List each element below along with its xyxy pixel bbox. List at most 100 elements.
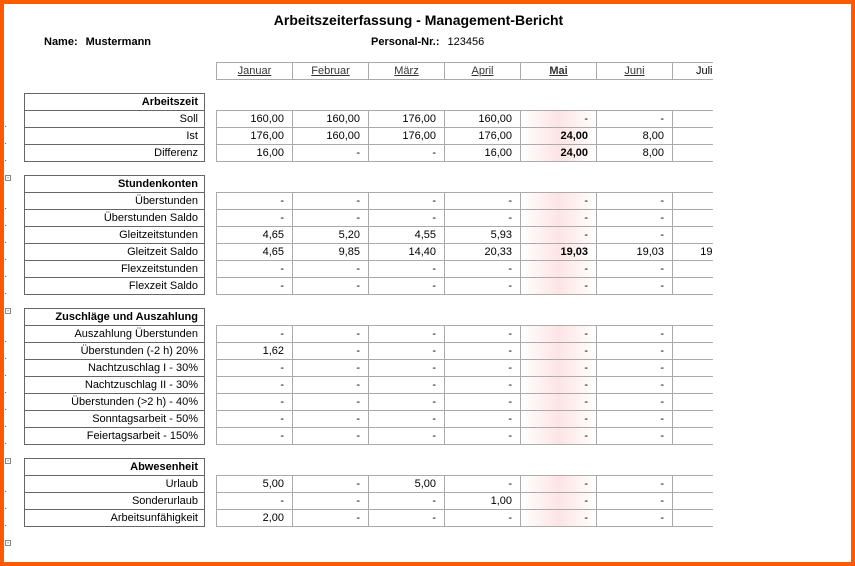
row-label: Feiertagsarbeit - 150% — [25, 428, 205, 445]
row-label: Urlaub — [25, 476, 205, 493]
data-cell: 9,85 — [293, 244, 369, 261]
data-cell: - — [217, 394, 293, 411]
data-cell: - — [597, 227, 673, 244]
page-title: Arbeitszeiterfassung - Management-Berich… — [4, 12, 833, 28]
row-label: Arbeitsunfähigkeit — [25, 510, 205, 527]
row-label: Auszahlung Überstunden — [25, 326, 205, 343]
data-cell: - — [369, 394, 445, 411]
data-cell: - — [293, 476, 369, 493]
data-cell: - — [597, 111, 673, 128]
data-cell: - — [521, 510, 597, 527]
data-cell: - — [445, 210, 521, 227]
data-cell: - — [369, 278, 445, 295]
data-cell — [673, 128, 713, 145]
data-cell: 160,00 — [217, 111, 293, 128]
data-cell — [673, 428, 713, 445]
data-cell: - — [217, 278, 293, 295]
row-label: Ist — [25, 128, 205, 145]
data-cell: - — [597, 510, 673, 527]
data-cell: - — [293, 377, 369, 394]
data-cell: - — [217, 377, 293, 394]
data-cell: - — [217, 326, 293, 343]
month-header: Mai — [521, 63, 597, 80]
meta-row: Name: Mustermann Personal-Nr.: 123456 — [44, 36, 833, 48]
data-cell: - — [293, 261, 369, 278]
data-cell: - — [521, 493, 597, 510]
data-cell: 14,40 — [369, 244, 445, 261]
data-cell: - — [369, 326, 445, 343]
row-label: Flexzeitstunden — [25, 261, 205, 278]
data-cell: - — [521, 343, 597, 360]
data-cell: - — [369, 510, 445, 527]
row-label: Soll — [25, 111, 205, 128]
data-cell: 2,00 — [217, 510, 293, 527]
data-cell: - — [293, 360, 369, 377]
data-cell — [673, 227, 713, 244]
data-cell: - — [521, 227, 597, 244]
data-cell: 4,65 — [217, 227, 293, 244]
data-cell: 5,20 — [293, 227, 369, 244]
data-cell: - — [369, 145, 445, 162]
section-header: Abwesenheit — [25, 459, 205, 476]
data-cell: 160,00 — [293, 111, 369, 128]
data-cell: 5,00 — [369, 476, 445, 493]
data-cell: - — [597, 493, 673, 510]
data-cell — [673, 411, 713, 428]
data-cell: - — [597, 394, 673, 411]
data-cell — [673, 360, 713, 377]
data-cell — [673, 193, 713, 210]
data-cell: - — [445, 261, 521, 278]
data-cell: - — [445, 476, 521, 493]
data-cell — [673, 493, 713, 510]
section-header: Stundenkonten — [25, 176, 205, 193]
data-cell: - — [293, 394, 369, 411]
row-label: Überstunden (>2 h) - 40% — [25, 394, 205, 411]
data-cell: - — [369, 493, 445, 510]
data-cell: 19,03 — [521, 244, 597, 261]
data-cell: - — [293, 493, 369, 510]
data-cell: - — [597, 360, 673, 377]
data-cell — [673, 510, 713, 527]
data-cell: - — [217, 493, 293, 510]
data-cell: - — [369, 360, 445, 377]
data-cell: - — [597, 326, 673, 343]
data-cell: 176,00 — [445, 128, 521, 145]
data-cell: - — [293, 278, 369, 295]
data-cell: - — [597, 476, 673, 493]
row-label: Flexzeit Saldo — [25, 278, 205, 295]
data-cell — [673, 326, 713, 343]
data-cell — [673, 210, 713, 227]
data-cell: - — [445, 377, 521, 394]
data-cell: - — [597, 210, 673, 227]
data-cell — [673, 394, 713, 411]
outline-gutter: ···- ······- ·······- ···- — [4, 62, 18, 551]
data-cell: 16,00 — [445, 145, 521, 162]
data-cell: 160,00 — [445, 111, 521, 128]
data-cell: - — [521, 111, 597, 128]
name-label: Name: — [44, 36, 78, 48]
personnel-value: 123456 — [448, 36, 485, 48]
row-label: Überstunden — [25, 193, 205, 210]
data-cell: 1,62 — [217, 343, 293, 360]
data-cell: 16,00 — [217, 145, 293, 162]
data-cell: - — [445, 343, 521, 360]
row-label: Gleitzeitstunden — [25, 227, 205, 244]
row-label: Überstunden (-2 h) 20% — [25, 343, 205, 360]
month-header: April — [445, 63, 521, 80]
data-cell: - — [521, 377, 597, 394]
row-label: Sonntagsarbeit - 50% — [25, 411, 205, 428]
data-cell: - — [445, 510, 521, 527]
data-cell — [673, 111, 713, 128]
data-cell: - — [369, 343, 445, 360]
data-cell: - — [445, 278, 521, 295]
personnel-label: Personal-Nr.: — [371, 36, 439, 48]
data-cell: 5,00 — [217, 476, 293, 493]
section-header: Zuschläge und Auszahlung — [25, 309, 205, 326]
data-cell: - — [521, 360, 597, 377]
data-cell: 5,93 — [445, 227, 521, 244]
data-cell: 160,00 — [293, 128, 369, 145]
row-label: Differenz — [25, 145, 205, 162]
data-cell: - — [445, 428, 521, 445]
data-cell: - — [293, 193, 369, 210]
data-cell: - — [597, 278, 673, 295]
